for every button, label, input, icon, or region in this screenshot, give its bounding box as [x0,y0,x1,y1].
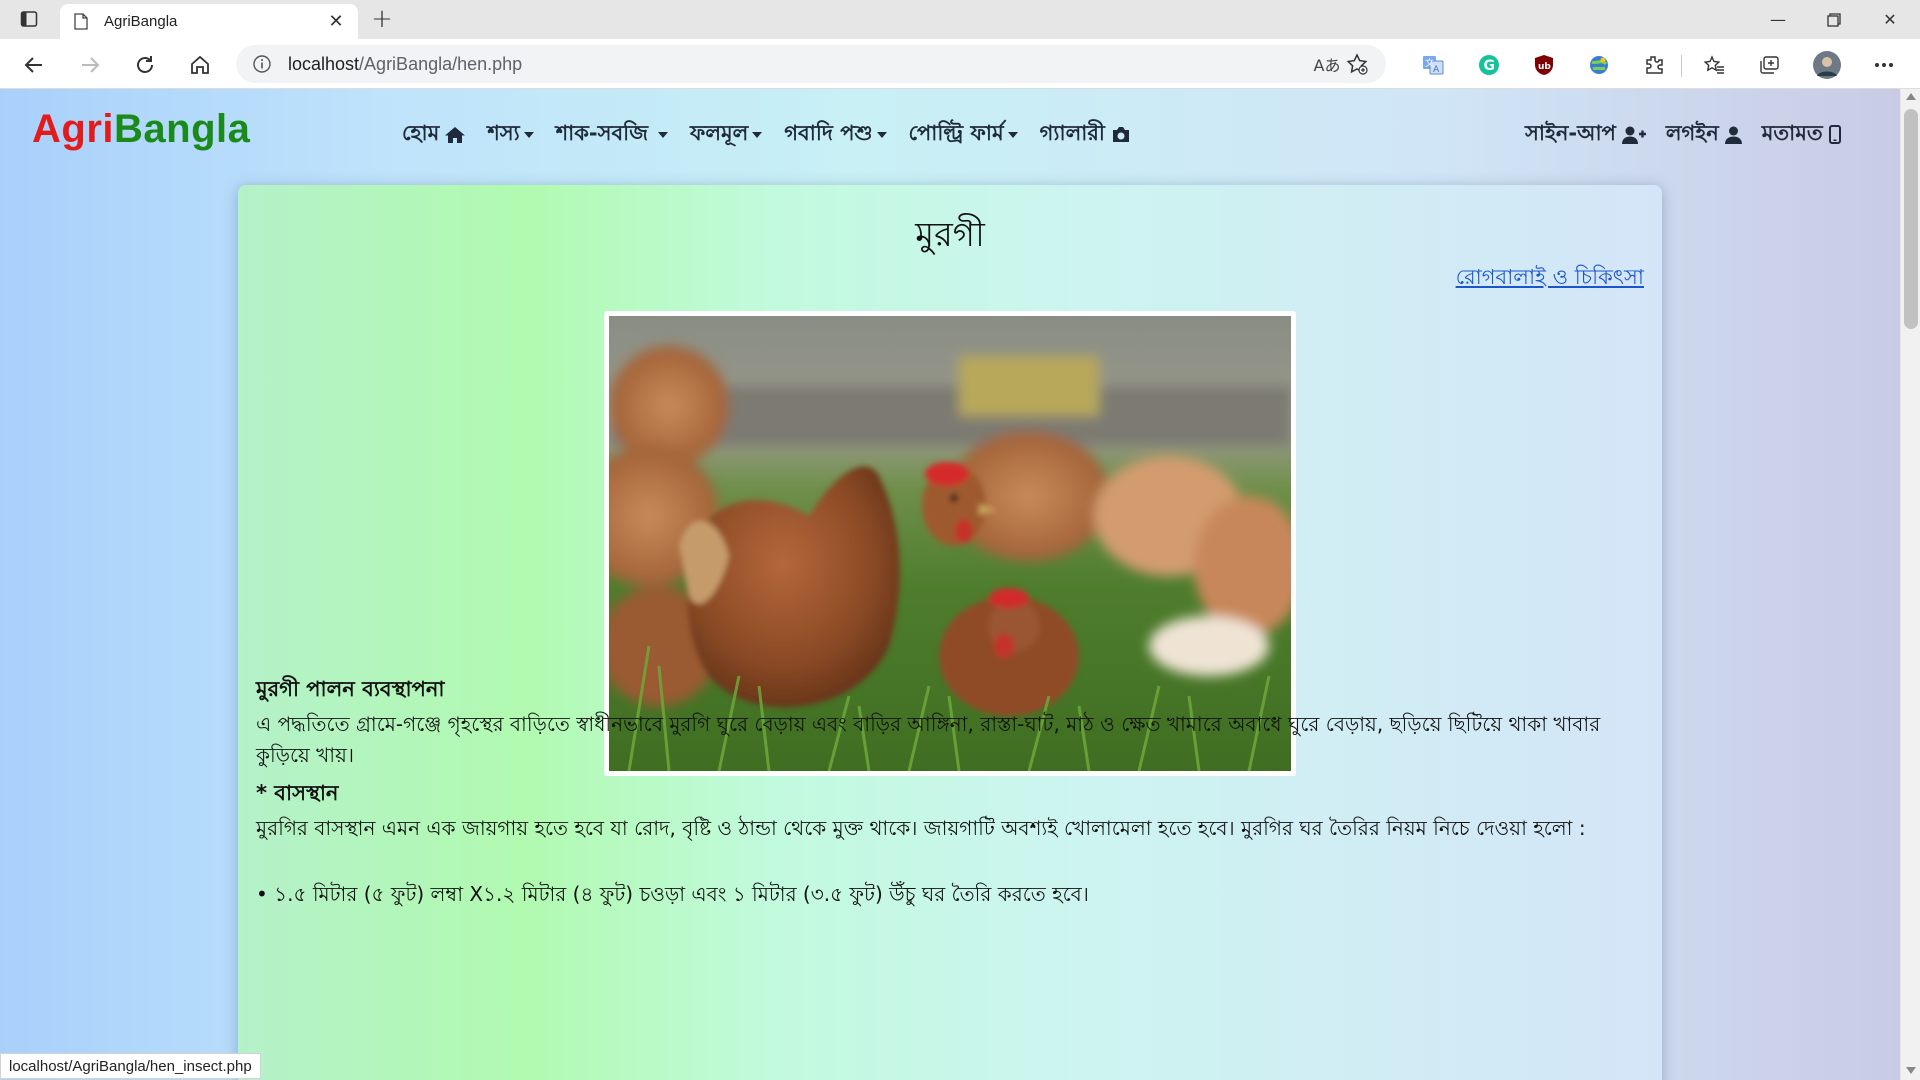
scroll-down-icon[interactable] [1906,1067,1916,1074]
url-path: /AgriBangla/hen.php [359,53,523,74]
minimize-icon[interactable]: — [1750,0,1806,39]
new-tab-button[interactable]: + [369,4,395,34]
nav-home[interactable]: হোম [402,117,466,152]
home-icon [445,126,466,143]
favorites-icon[interactable] [1700,51,1728,79]
browser-toolbar: localhost/AgriBangla/hen.php Aあ 文A G ub [0,39,1920,89]
camera-icon [1112,127,1129,142]
browser-tab-bar: AgriBangla ✕ + — ✕ [0,0,1920,39]
extensions-icon[interactable] [1640,51,1668,79]
ublock-icon[interactable]: ub [1530,51,1558,79]
caret-down-icon [657,131,668,138]
account-menu: সাইন-আপ লগইন মতামত [1525,117,1861,152]
toolbar-separator [1681,55,1682,77]
nav-feedback-label: মতামত [1761,121,1823,145]
page-icon [74,13,90,31]
home-icon[interactable] [184,49,216,81]
section-heading-management: মুরগী পালন ব্যবস্থাপনা [256,677,445,701]
url-text[interactable]: localhost/AgriBangla/hen.php [288,54,1312,75]
translate-extension-icon[interactable]: 文A [1419,51,1447,79]
nav-fruits-label: ফলমূল [689,121,749,145]
list-item-house-size: • ১.৫ মিটার (৫ ফুট) লম্বা X১.২ মিটার (৪ … [256,882,1089,906]
read-aloud-icon[interactable]: Aあ [1312,52,1342,76]
paragraph-management: এ পদ্ধতিতে গ্রামে-গঞ্জে গৃহস্থের বাড়িতে… [256,712,1601,767]
page-title: মুরগী [915,215,985,255]
browser-tab[interactable]: AgriBangla ✕ [60,4,358,39]
forward-icon[interactable] [74,49,106,81]
site-info-icon[interactable] [252,54,272,74]
nav-crops-label: শস্য [487,121,520,145]
site-navbar: AgriBangla হোম শস্য শাক-সবজি ফলমূল গবাদি… [0,89,1900,177]
nav-fruits[interactable]: ফলমূল [689,117,763,152]
paragraph-housing: মুরগির বাসস্থান এমন এক জায়গায় হতে হবে … [256,816,1586,840]
nav-signup[interactable]: সাইন-আপ [1525,117,1646,152]
hens-in-grass-photo [604,311,1296,776]
user-icon [1724,126,1742,144]
add-favorite-icon[interactable] [1342,53,1372,75]
user-plus-icon [1621,126,1646,144]
nav-login-label: লগইন [1665,121,1719,145]
url-host: localhost [288,53,360,74]
tab-title: AgriBangla [104,13,178,30]
back-icon[interactable] [18,49,50,81]
scroll-up-icon[interactable] [1906,93,1916,100]
status-url-tooltip: localhost/AgriBangla/hen_insect.php [0,1053,261,1079]
collections-icon[interactable] [1755,51,1783,79]
content-card: মুরগী রোগবালাই ও চিকিৎসা মুরগী পালন ব্যব… [238,185,1662,1080]
mobile-icon [1828,125,1841,144]
caret-down-icon [876,131,887,138]
nav-livestock[interactable]: গবাদি পশু [784,117,887,152]
caret-down-icon [752,131,763,138]
page-viewport: AgriBangla হোম শস্য শাক-সবজি ফলমূল গবাদি… [0,89,1900,1080]
brand-bangla: Bangla [114,107,251,151]
site-logo[interactable]: AgriBangla [32,107,250,152]
nav-vegetables[interactable]: শাক-সবজি [556,117,668,152]
svg-text:ub: ub [1538,62,1551,72]
nav-feedback[interactable]: মতামত [1762,117,1841,152]
nav-poultry[interactable]: পোল্ট্রি ফার্ম [909,117,1018,152]
caret-down-icon [1007,131,1018,138]
nav-poultry-label: পোল্ট্রি ফার্ম [908,121,1004,145]
nav-livestock-label: গবাদি পশু [784,121,873,145]
brand-agri: Agri [32,107,114,151]
main-menu: হোম শস্য শাক-সবজি ফলমূল গবাদি পশু পোল্ট্… [402,117,1153,152]
grammarly-icon[interactable]: G [1475,51,1503,79]
address-bar[interactable]: localhost/AgriBangla/hen.php Aあ [236,45,1386,83]
page-scrollbar[interactable] [1900,89,1920,1080]
more-options-icon[interactable] [1870,51,1898,79]
nav-crops[interactable]: শস্য [487,117,534,152]
globe-extension-icon[interactable] [1585,51,1613,79]
close-tab-icon[interactable]: ✕ [326,11,346,32]
nav-gallery-label: গ্যালারী [1039,121,1105,145]
scrollbar-thumb[interactable] [1904,109,1918,329]
nav-login[interactable]: লগইন [1666,117,1742,152]
nav-signup-label: সাইন-আপ [1525,121,1616,145]
section-heading-housing: * বাসস্থান [256,781,339,805]
svg-text:G: G [1484,58,1496,74]
close-window-icon[interactable]: ✕ [1862,0,1918,39]
refresh-icon[interactable] [129,49,161,81]
caret-down-icon [523,131,534,138]
avatar[interactable] [1813,51,1841,79]
svg-text:A: A [1433,65,1440,75]
tab-actions-icon[interactable] [18,9,40,29]
disease-treatment-link[interactable]: রোগবালাই ও চিকিৎসা [1456,261,1644,296]
nav-home-label: হোম [402,121,440,145]
restore-icon[interactable] [1806,0,1862,39]
nav-vegetables-label: শাক-সবজি [555,121,648,145]
nav-gallery[interactable]: গ্যালারী [1040,117,1131,152]
